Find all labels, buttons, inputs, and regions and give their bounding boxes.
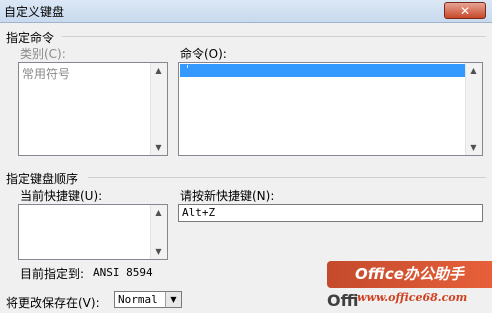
watermark: Office办公助手 Offi www.office68.com bbox=[327, 261, 492, 313]
new-key-label: 请按新快捷键(N): bbox=[180, 189, 275, 203]
scroll-down-arrow-icon[interactable]: ▼ bbox=[151, 244, 166, 259]
customize-keyboard-dialog: 指定命令 类别(C): 常用符号 ▲ ▼ 命令(O): ' ▲ ▼ 指定键盘顺序… bbox=[0, 23, 492, 313]
divider bbox=[88, 177, 486, 178]
commands-list[interactable]: ' ▲ ▼ bbox=[178, 62, 483, 156]
specify-command-heading: 指定命令 bbox=[6, 31, 55, 45]
assigned-to-value: ANSI 8594 bbox=[93, 266, 153, 279]
save-in-label: 将更改保存在(V): bbox=[6, 296, 100, 310]
scroll-up-arrow-icon[interactable]: ▲ bbox=[151, 205, 166, 220]
categories-label: 类别(C): bbox=[20, 47, 66, 61]
divider bbox=[62, 36, 486, 37]
close-button[interactable]: ✕ bbox=[444, 2, 486, 19]
specify-keyboard-heading: 指定键盘顺序 bbox=[6, 172, 79, 186]
dropdown-arrow-icon[interactable]: ▼ bbox=[165, 292, 181, 307]
watermark-banner: Office办公助手 bbox=[327, 261, 492, 288]
scroll-up-arrow-icon[interactable]: ▲ bbox=[466, 63, 481, 78]
current-keys-scrollbar[interactable]: ▲ ▼ bbox=[150, 205, 167, 259]
current-keys-label: 当前快捷键(U): bbox=[20, 189, 103, 203]
categories-scrollbar[interactable]: ▲ ▼ bbox=[150, 63, 167, 155]
command-item-selected[interactable]: ' bbox=[180, 64, 465, 77]
commands-label: 命令(O): bbox=[180, 47, 227, 61]
title-bar: 自定义键盘 ✕ bbox=[0, 0, 492, 23]
scroll-down-arrow-icon[interactable]: ▼ bbox=[151, 140, 166, 155]
scroll-up-arrow-icon[interactable]: ▲ bbox=[151, 63, 166, 78]
current-keys-list[interactable]: ▲ ▼ bbox=[18, 204, 168, 260]
category-item[interactable]: 常用符号 bbox=[22, 65, 70, 82]
new-key-input[interactable]: Alt+Z bbox=[178, 204, 483, 222]
window-title: 自定义键盘 bbox=[4, 5, 65, 19]
scroll-down-arrow-icon[interactable]: ▼ bbox=[466, 140, 481, 155]
assigned-to-label: 目前指定到: bbox=[20, 267, 85, 281]
save-in-value: Normal bbox=[118, 293, 158, 306]
commands-scrollbar[interactable]: ▲ ▼ bbox=[465, 63, 482, 155]
watermark-url: www.office68.com bbox=[357, 291, 468, 304]
save-in-select[interactable]: Normal ▼ bbox=[114, 291, 182, 308]
categories-list[interactable]: 常用符号 ▲ ▼ bbox=[18, 62, 168, 156]
